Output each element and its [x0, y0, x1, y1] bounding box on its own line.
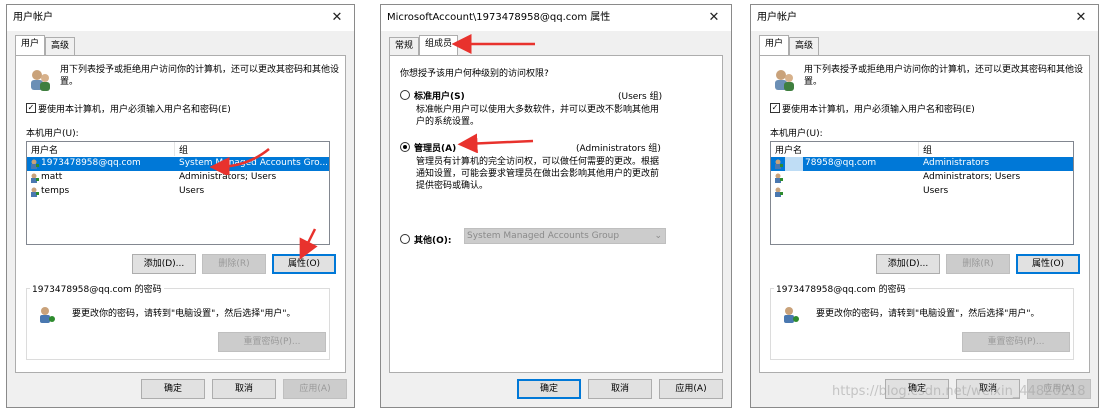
apply-button[interactable]: 应用(A) — [283, 379, 347, 399]
users-panel: 用下列表授予或拒绝用户访问你的计算机，还可以更改其密码和其他设置。 ✓ 要使用本… — [15, 55, 346, 373]
row-username: temps — [41, 186, 70, 196]
red-arrow-icon — [209, 148, 270, 175]
user-icon — [31, 187, 39, 197]
properties-button[interactable]: 属性(O) — [1016, 254, 1080, 274]
users-panel: 用下列表授予或拒绝用户访问你的计算机，还可以更改其密码和其他设置。 ✓ 要使用本… — [759, 55, 1090, 373]
table-row[interactable]: 1973478958@qq.com System Managed Account… — [27, 157, 329, 171]
password-group-label: 1973478958@qq.com 的密码 — [774, 282, 908, 295]
users-list[interactable]: 用户名 组 1973478958@qq.com System Managed A… — [26, 141, 330, 245]
ok-button[interactable]: 确定 — [517, 379, 581, 399]
password-hint: 要更改你的密码，请转到"电脑设置"，然后选择"用户"。 — [72, 309, 296, 319]
membership-panel: 你想授予该用户何种级别的访问权限? 标准用户(S) (Users 组) 标准帐户… — [389, 55, 723, 373]
other-radio[interactable] — [400, 234, 410, 244]
redaction-blur — [785, 157, 803, 171]
chevron-down-icon: ⌄ — [654, 231, 662, 241]
users-icon — [775, 70, 794, 91]
row-group: Administrators; Users — [923, 172, 1021, 182]
add-button[interactable]: 添加(D)... — [132, 254, 196, 274]
require-password-label: 要使用本计算机，用户必须输入用户名和密码(E) — [782, 105, 975, 115]
table-row[interactable]: Users — [771, 185, 1073, 199]
row-username: matt — [41, 172, 63, 182]
require-password-checkbox[interactable]: ✓ — [770, 103, 780, 113]
list-header: 用户名 组 — [27, 142, 329, 156]
user-accounts-dialog-after: 用户帐户 ✕ 用户 高级 用下列表授予或拒绝用户访问你的计算机，还可以更改其密码… — [750, 4, 1099, 408]
intro-text: 用下列表授予或拒绝用户访问你的计算机，还可以更改其密码和其他设置。 — [804, 65, 1084, 87]
user-icon — [775, 173, 783, 183]
cancel-button[interactable]: 取消 — [588, 379, 652, 399]
standard-user-radio[interactable] — [400, 90, 410, 100]
tab-advanced[interactable]: 高级 — [45, 37, 76, 55]
red-arrow-icon — [299, 228, 318, 260]
local-users-label: 本机用户(U): — [26, 129, 79, 139]
close-icon[interactable]: ✕ — [324, 5, 350, 31]
require-password-label: 要使用本计算机，用户必须输入用户名和密码(E) — [38, 105, 231, 115]
reset-password-button[interactable]: 重置密码(P)... — [962, 332, 1070, 352]
user-key-icon — [784, 307, 799, 323]
window-title: MicrosoftAccount\1973478958@qq.com 属性 — [387, 12, 611, 23]
row-username: 78958@qq.com — [805, 158, 877, 168]
local-users-label: 本机用户(U): — [770, 129, 823, 139]
user-icon — [775, 187, 783, 197]
password-hint: 要更改你的密码，请转到"电脑设置"，然后选择"用户"。 — [816, 309, 1040, 319]
row-group: Users — [923, 186, 949, 196]
row-username: 1973478958@qq.com — [41, 158, 141, 168]
user-accounts-dialog: 用户帐户 ✕ 用户 高级 用下列表授予或拒绝用户访问你的计算机，还可以更改其密码… — [6, 4, 355, 408]
remove-button[interactable]: 删除(R) — [946, 254, 1010, 274]
apply-button[interactable]: 应用(A) — [659, 379, 723, 399]
column-username[interactable]: 用户名 — [31, 143, 58, 156]
other-group-select[interactable]: System Managed Accounts Group ⌄ — [464, 228, 666, 244]
title-bar[interactable]: MicrosoftAccount\1973478958@qq.com 属性 ✕ — [381, 5, 731, 31]
window-title: 用户帐户 — [13, 12, 53, 23]
row-group: Administrators — [923, 158, 990, 168]
other-label: 其他(O): — [414, 236, 452, 246]
administrator-radio[interactable] — [400, 142, 410, 152]
watermark: https://blog.csdn.net/weixin_44820218 — [832, 384, 1086, 399]
standard-user-group: (Users 组) — [618, 92, 663, 102]
list-header: 用户名 组 — [771, 142, 1073, 156]
users-list[interactable]: 用户名 组 78958@qq.com Administrators Admini… — [770, 141, 1074, 245]
intro-text: 用下列表授予或拒绝用户访问你的计算机，还可以更改其密码和其他设置。 — [60, 65, 340, 87]
user-icon — [31, 173, 39, 183]
administrator-group: (Administrators 组) — [576, 144, 661, 154]
column-group[interactable]: 组 — [923, 143, 932, 156]
cancel-button[interactable]: 取消 — [212, 379, 276, 399]
row-group: Users — [179, 186, 205, 196]
red-arrow-icon — [457, 133, 534, 153]
table-row[interactable]: Administrators; Users — [771, 171, 1073, 185]
tab-general[interactable]: 常规 — [389, 37, 420, 55]
close-icon[interactable]: ✕ — [701, 5, 727, 31]
table-row[interactable]: matt Administrators; Users — [27, 171, 329, 185]
close-icon[interactable]: ✕ — [1068, 5, 1094, 31]
user-icon — [775, 159, 783, 169]
administrator-desc: 管理员有计算机的完全访问权，可以做任何需要的更改。根据通知设置，可能会要求管理员… — [416, 157, 660, 191]
access-question: 你想授予该用户何种级别的访问权限? — [400, 69, 549, 79]
tab-advanced[interactable]: 高级 — [789, 37, 820, 55]
reset-password-button[interactable]: 重置密码(P)... — [218, 332, 326, 352]
title-bar[interactable]: 用户帐户 ✕ — [7, 5, 354, 31]
column-group[interactable]: 组 — [179, 143, 188, 156]
user-key-icon — [40, 307, 55, 323]
other-group-value: System Managed Accounts Group — [467, 231, 620, 241]
add-button[interactable]: 添加(D)... — [876, 254, 940, 274]
account-properties-dialog: MicrosoftAccount\1973478958@qq.com 属性 ✕ … — [380, 4, 732, 408]
title-bar[interactable]: 用户帐户 ✕ — [751, 5, 1098, 31]
remove-button[interactable]: 删除(R) — [202, 254, 266, 274]
tab-users[interactable]: 用户 — [15, 35, 46, 55]
require-password-checkbox[interactable]: ✓ — [26, 103, 36, 113]
standard-user-label: 标准用户(S) — [414, 92, 465, 102]
tab-users[interactable]: 用户 — [759, 35, 790, 55]
red-arrow-icon — [451, 34, 535, 54]
users-icon — [31, 70, 50, 91]
administrator-label: 管理员(A) — [414, 144, 457, 154]
password-group-label: 1973478958@qq.com 的密码 — [30, 282, 164, 295]
column-username[interactable]: 用户名 — [775, 143, 802, 156]
standard-user-desc: 标准帐户用户可以使用大多数软件，并可以更改不影响其他用户的系统设置。 — [416, 105, 660, 127]
table-row[interactable]: temps Users — [27, 185, 329, 199]
table-row[interactable]: 78958@qq.com Administrators — [771, 157, 1073, 171]
window-title: 用户帐户 — [757, 12, 797, 23]
user-icon — [31, 159, 39, 169]
ok-button[interactable]: 确定 — [141, 379, 205, 399]
